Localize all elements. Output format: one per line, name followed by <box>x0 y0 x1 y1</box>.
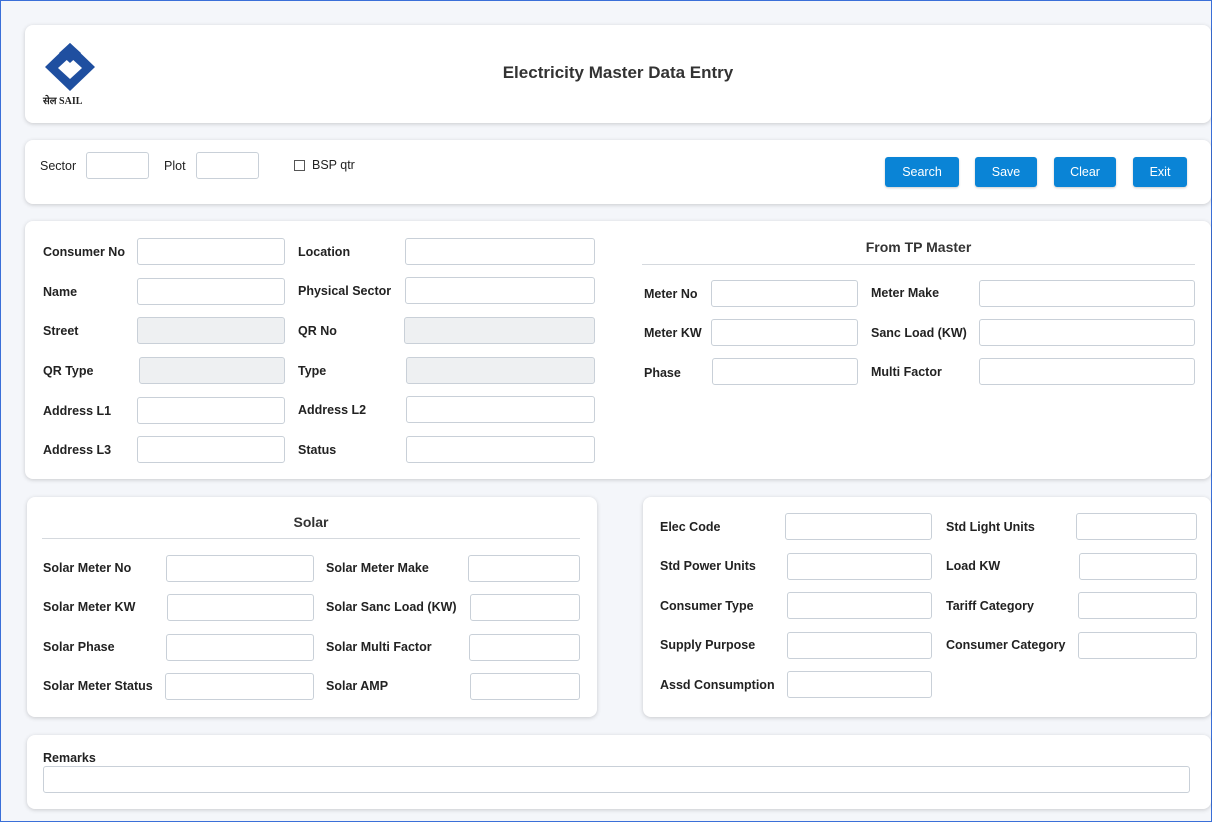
qr-no-input[interactable] <box>404 317 595 344</box>
meter-make-label: Meter Make <box>871 286 940 300</box>
tp-master-title: From TP Master <box>865 239 972 255</box>
physical-sector-label: Physical Sector <box>298 284 392 298</box>
solar-meter-make-label: Solar Meter Make <box>326 561 429 575</box>
tariff-category-input[interactable] <box>1078 592 1197 619</box>
tariff-category-label: Tariff Category <box>946 599 1034 613</box>
logo-text: सेल SAIL <box>43 96 83 107</box>
type-label: Type <box>298 364 327 378</box>
consumer-no-input[interactable] <box>137 238 285 265</box>
solar-meter-make-input[interactable] <box>468 555 580 582</box>
solar-title: Solar <box>293 514 329 530</box>
solar-meter-no-label: Solar Meter No <box>43 561 132 575</box>
sanc-load-input[interactable] <box>979 319 1195 346</box>
save-button[interactable]: Save <box>975 157 1037 187</box>
solar-divider <box>42 538 580 539</box>
solar-meter-no-input[interactable] <box>166 555 314 582</box>
solar-meter-kw-label: Solar Meter KW <box>43 600 136 614</box>
address-l2-label: Address L2 <box>298 403 367 417</box>
toolbar-card: Sector Plot BSP qtr Search Save Clear Ex… <box>25 140 1211 204</box>
exit-button[interactable]: Exit <box>1133 157 1187 187</box>
load-kw-label: Load KW <box>946 559 1001 573</box>
solar-phase-label: Solar Phase <box>43 640 115 654</box>
address-l1-input[interactable] <box>137 397 285 424</box>
elec-code-label: Elec Code <box>660 520 721 534</box>
qr-type-input[interactable] <box>139 357 285 384</box>
meter-no-label: Meter No <box>644 287 698 301</box>
phase-label: Phase <box>644 366 681 380</box>
sanc-load-label: Sanc Load (KW) <box>871 326 967 340</box>
electricity-code-card: Elec Code Std Light Units Std Power Unit… <box>643 497 1211 717</box>
street-input[interactable] <box>137 317 285 344</box>
solar-amp-label: Solar AMP <box>326 679 389 693</box>
address-l3-label: Address L3 <box>43 443 112 457</box>
location-input[interactable] <box>405 238 595 265</box>
location-label: Location <box>298 245 351 259</box>
elec-code-input[interactable] <box>785 513 932 540</box>
solar-meter-kw-input[interactable] <box>167 594 314 621</box>
solar-phase-input[interactable] <box>166 634 314 661</box>
assd-consumption-input[interactable] <box>787 671 932 698</box>
std-power-units-label: Std Power Units <box>660 559 756 573</box>
solar-sanc-load-label: Solar Sanc Load (KW) <box>326 600 457 614</box>
tp-master-divider <box>642 264 1195 265</box>
street-label: Street <box>43 324 79 338</box>
multi-factor-label: Multi Factor <box>871 365 942 379</box>
consumer-no-label: Consumer No <box>43 245 125 259</box>
consumer-category-label: Consumer Category <box>946 638 1066 652</box>
meter-make-input[interactable] <box>979 280 1195 307</box>
sector-label: Sector <box>40 159 77 173</box>
consumer-category-input[interactable] <box>1078 632 1197 659</box>
supply-purpose-input[interactable] <box>787 632 932 659</box>
address-l3-input[interactable] <box>137 436 285 463</box>
name-label: Name <box>43 285 78 299</box>
solar-card: Solar Solar Meter No Solar Meter Make So… <box>27 497 597 717</box>
bsp-qtr-label: BSP qtr <box>312 158 355 172</box>
remarks-card: Remarks <box>27 735 1211 809</box>
clear-button[interactable]: Clear <box>1054 157 1116 187</box>
meter-kw-input[interactable] <box>711 319 858 346</box>
consumer-details-card: Consumer No Name Street QR Type Address … <box>25 221 1211 479</box>
solar-multi-factor-input[interactable] <box>469 634 580 661</box>
std-power-units-input[interactable] <box>787 553 932 580</box>
qr-type-label: QR Type <box>43 364 94 378</box>
consumer-type-label: Consumer Type <box>660 599 754 613</box>
remarks-label: Remarks <box>43 751 96 765</box>
supply-purpose-label: Supply Purpose <box>660 638 756 652</box>
address-l2-input[interactable] <box>406 396 595 423</box>
search-button[interactable]: Search <box>885 157 959 187</box>
assd-consumption-label: Assd Consumption <box>660 678 775 692</box>
remarks-input[interactable] <box>43 766 1190 793</box>
solar-multi-factor-label: Solar Multi Factor <box>326 640 432 654</box>
qr-no-label: QR No <box>298 324 337 338</box>
status-label: Status <box>298 443 337 457</box>
solar-amp-input[interactable] <box>470 673 580 700</box>
plot-input[interactable] <box>196 152 259 179</box>
bsp-qtr-checkbox[interactable] <box>294 160 305 171</box>
std-light-units-input[interactable] <box>1076 513 1197 540</box>
plot-label: Plot <box>164 159 186 173</box>
phase-input[interactable] <box>712 358 858 385</box>
solar-sanc-load-input[interactable] <box>470 594 580 621</box>
meter-no-input[interactable] <box>711 280 858 307</box>
address-l1-label: Address L1 <box>43 404 112 418</box>
type-input[interactable] <box>406 357 595 384</box>
meter-kw-label: Meter KW <box>644 326 702 340</box>
solar-meter-status-label: Solar Meter Status <box>43 679 153 693</box>
multi-factor-input[interactable] <box>979 358 1195 385</box>
page-title: Electricity Master Data Entry <box>502 63 734 82</box>
physical-sector-input[interactable] <box>405 277 595 304</box>
status-input[interactable] <box>406 436 595 463</box>
consumer-type-input[interactable] <box>787 592 932 619</box>
std-light-units-label: Std Light Units <box>946 520 1035 534</box>
solar-meter-status-input[interactable] <box>165 673 314 700</box>
name-input[interactable] <box>137 278 285 305</box>
header-card: सेल SAIL Electricity Master Data Entry <box>25 25 1211 123</box>
sector-input[interactable] <box>86 152 149 179</box>
load-kw-input[interactable] <box>1079 553 1197 580</box>
